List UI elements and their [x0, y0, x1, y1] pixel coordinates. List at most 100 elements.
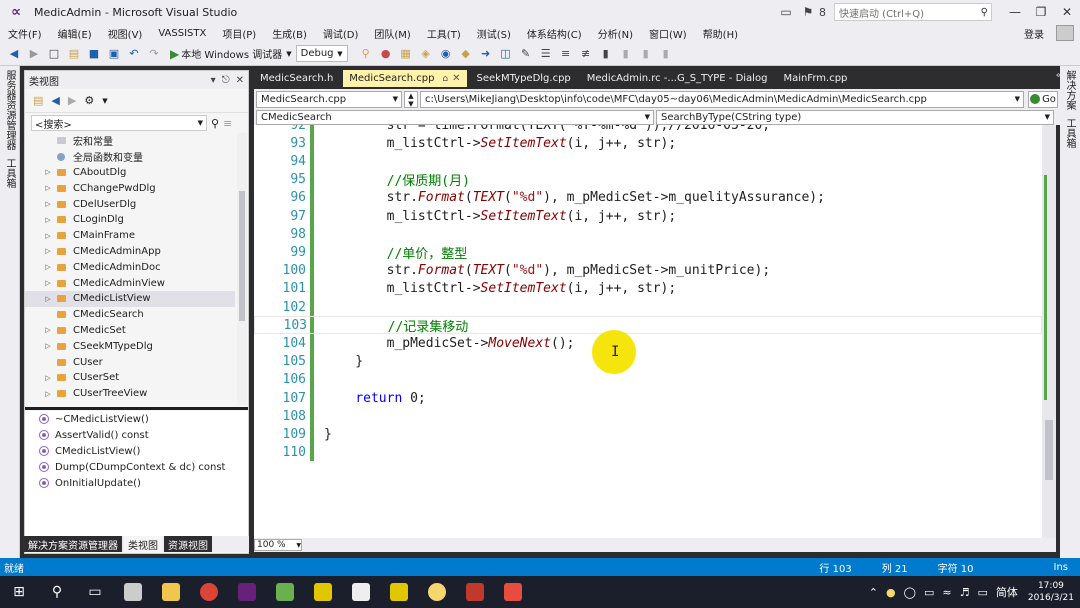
menu-help[interactable]: 帮助(H) — [695, 26, 746, 41]
bookmark-icon[interactable]: ▮ — [598, 46, 614, 62]
file-select[interactable]: MedicSearch.cpp ▼ — [256, 90, 402, 108]
member-item[interactable]: CMedicListView() — [25, 443, 248, 459]
code-line[interactable]: 94 — [254, 152, 1042, 170]
tree-item[interactable]: ▷ CMedicSet — [25, 323, 235, 339]
expand-arrow-icon[interactable]: ▷ — [43, 295, 53, 303]
network-icon[interactable]: ≈ — [942, 586, 951, 599]
code-line[interactable]: 104 m_pMedicSet->MoveNext(); — [254, 334, 1042, 352]
user-avatar-icon[interactable] — [1056, 25, 1074, 41]
tool-icon-c[interactable]: ◈ — [418, 46, 434, 62]
menu-window[interactable]: 窗口(W) — [641, 26, 695, 41]
path-select[interactable]: c:\Users\MikeJiang\Desktop\info\code\MFC… — [420, 90, 1024, 108]
prev-bookmark-icon[interactable]: ▮ — [618, 46, 634, 62]
menu-edit[interactable]: 编辑(E) — [50, 26, 100, 41]
pin-icon[interactable]: ⌂ — [442, 74, 448, 84]
zoom-select[interactable]: 100 % ▼ — [254, 539, 302, 551]
undo-icon[interactable]: ↶ — [126, 46, 142, 62]
solution-config-select[interactable]: Debug ▼ — [295, 45, 348, 62]
menu-project[interactable]: 项目(P) — [214, 26, 264, 41]
close-button[interactable]: ✕ — [1054, 5, 1080, 19]
photos-icon[interactable] — [342, 576, 380, 608]
ime-indicator[interactable]: 简体 — [996, 584, 1018, 600]
member-item[interactable]: OnInitialUpdate() — [25, 475, 248, 491]
tree-item[interactable]: ▷ CUserTreeView — [25, 386, 235, 402]
tab-resource-view[interactable]: 资源视图 — [164, 536, 212, 552]
uncomment-icon[interactable]: ≢ — [578, 46, 594, 62]
clear-bookmark-icon[interactable]: ▮ — [658, 46, 674, 62]
tree-item[interactable]: ▷ CSeekMTypeDlg — [25, 338, 235, 354]
back-icon[interactable]: ◀ — [6, 46, 22, 62]
class-select[interactable]: CMedicSearch ▼ — [256, 109, 654, 125]
menu-architecture[interactable]: 体系结构(C) — [519, 26, 590, 41]
menu-build[interactable]: 生成(B) — [264, 26, 315, 41]
document-tab[interactable]: SeekMTypeDlg.cpp — [471, 70, 577, 87]
current-code-line[interactable]: 103 //记录集移动 — [254, 316, 1042, 335]
tab-solution-explorer[interactable]: 解决方案资源管理器 — [24, 536, 122, 552]
app-icon-a[interactable] — [418, 576, 456, 608]
search-icon[interactable]: ⚲ — [211, 117, 219, 130]
save-icon[interactable]: ■ — [86, 46, 102, 62]
tool-icon-h[interactable]: ✎ — [518, 46, 534, 62]
tree-item[interactable]: ▷ CDelUserDlg — [25, 196, 235, 212]
chevron-up-icon[interactable]: ⌃ — [869, 586, 878, 599]
expand-arrow-icon[interactable]: ▷ — [43, 342, 53, 350]
feedback-icon[interactable]: ▭ — [775, 5, 797, 19]
pin-icon[interactable]: ⎋ — [222, 75, 230, 86]
right-toolbox-tab[interactable]: 工具箱 — [1060, 114, 1079, 152]
expand-arrow-icon[interactable]: ▷ — [43, 216, 53, 224]
tool-icon-a[interactable]: ● — [378, 46, 394, 62]
menu-vassistx[interactable]: VASSISTX — [150, 28, 214, 39]
app-icon-b[interactable] — [456, 576, 494, 608]
tree-item[interactable]: 全局函数和变量 — [25, 149, 235, 165]
message-icon[interactable]: ▭ — [977, 586, 987, 599]
folder-icon[interactable]: ▤ — [33, 94, 43, 107]
member-item[interactable]: AssertValid() const — [25, 427, 248, 443]
server-explorer-tab[interactable]: 服务器资源管理器 — [0, 66, 19, 154]
document-tab[interactable]: MainFrm.cpp — [777, 70, 853, 87]
tool-icon-d[interactable]: ◉ — [438, 46, 454, 62]
member-item[interactable]: ~CMedicListView() — [25, 411, 248, 427]
expand-arrow-icon[interactable]: ▷ — [43, 247, 53, 255]
menu-file[interactable]: 文件(F) — [0, 26, 50, 41]
tree-item[interactable]: CUser — [25, 354, 235, 370]
file-explorer-icon[interactable] — [152, 576, 190, 608]
tree-item[interactable]: ▷ CChangePwdDlg — [25, 180, 235, 196]
document-tab[interactable]: MedicSearch.cpp ⌂ ✕ — [343, 70, 467, 87]
expand-arrow-icon[interactable]: ▷ — [43, 232, 53, 240]
expand-arrow-icon[interactable]: ▷ — [43, 168, 53, 176]
back-icon[interactable]: ◀ — [51, 94, 59, 107]
tree-item[interactable]: ▷ CUserSet — [25, 370, 235, 386]
redo-icon[interactable]: ↷ — [146, 46, 162, 62]
tree-item[interactable]: ▷ CMedicAdminDoc — [25, 259, 235, 275]
document-tab[interactable]: MedicSearch.h — [254, 70, 339, 87]
expand-arrow-icon[interactable]: ▷ — [43, 200, 53, 208]
tree-item[interactable]: ▷ CMedicListView — [25, 290, 235, 307]
menu-analyze[interactable]: 分析(N) — [590, 26, 641, 41]
expand-arrow-icon[interactable]: ▷ — [43, 279, 53, 287]
battery-icon[interactable]: ▭ — [924, 586, 934, 599]
tree-item[interactable]: ▷ CMedicAdminView — [25, 275, 235, 291]
help-icon[interactable] — [304, 576, 342, 608]
code-line[interactable]: 98 — [254, 225, 1042, 243]
member-select[interactable]: SearchByType(CString type) ▼ — [656, 109, 1054, 125]
code-line[interactable]: 97 m_listCtrl->SetItemText(i, j++, str); — [254, 207, 1042, 225]
task-view-icon[interactable]: ▭ — [76, 576, 114, 608]
close-icon[interactable]: ✕ — [236, 75, 244, 86]
member-item[interactable]: Dump(CDumpContext & dc) const — [25, 459, 248, 475]
tool-icon-b[interactable]: ▦ — [398, 46, 414, 62]
chevron-down-icon[interactable]: ▾ — [211, 75, 216, 86]
tree-item[interactable]: ▷ CAboutDlg — [25, 165, 235, 181]
expand-arrow-icon[interactable]: ▷ — [43, 326, 53, 334]
quick-launch-input[interactable]: 快速启动 (Ctrl+Q) ⚲ — [834, 3, 992, 21]
find-icon[interactable]: ⚲ — [358, 46, 374, 62]
file-spinner[interactable]: ▲ ▼ — [404, 90, 418, 108]
menu-debug[interactable]: 调试(D) — [315, 26, 367, 41]
chevron-down-icon[interactable]: ▼ — [102, 97, 107, 105]
code-line[interactable]: 110 — [254, 444, 1042, 462]
search-icon[interactable]: ⚲ — [38, 576, 76, 608]
editor-scroll-thumb[interactable] — [1045, 420, 1053, 480]
code-line[interactable]: 95 //保质期(月) — [254, 171, 1042, 189]
comment-icon[interactable]: ≡ — [558, 46, 574, 62]
app-icon-c[interactable] — [494, 576, 532, 608]
expand-arrow-icon[interactable]: ▷ — [43, 263, 53, 271]
